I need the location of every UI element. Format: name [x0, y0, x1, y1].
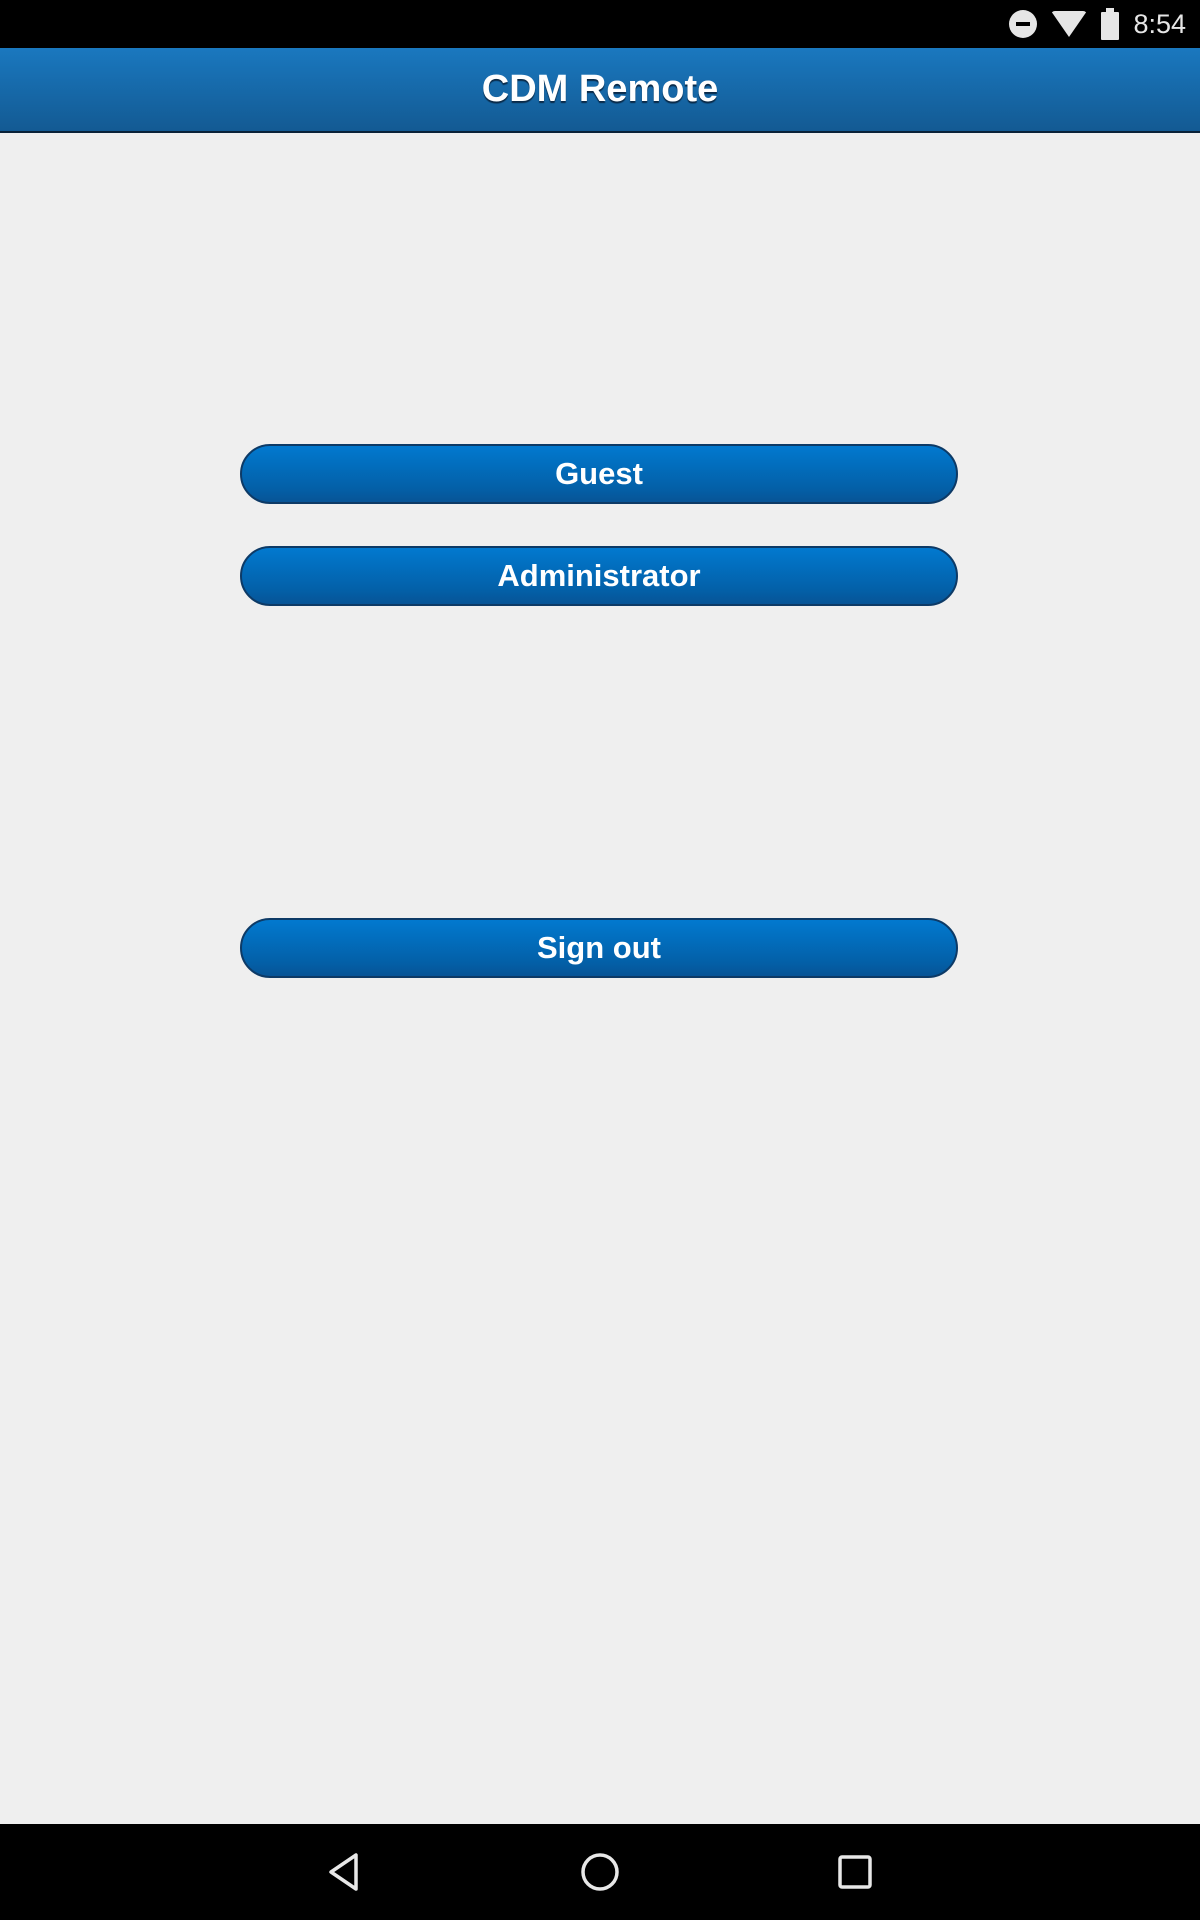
sign-out-button-label: Sign out [537, 930, 661, 965]
sign-out-button[interactable]: Sign out [240, 918, 958, 978]
administrator-button-label: Administrator [497, 558, 701, 593]
recents-button[interactable] [831, 1848, 879, 1896]
back-button[interactable] [320, 1848, 368, 1896]
administrator-button[interactable]: Administrator [240, 546, 958, 606]
home-icon [581, 1853, 619, 1891]
guest-button-label: Guest [555, 456, 643, 491]
do-not-disturb-icon [1009, 10, 1038, 38]
navigation-bar [0, 1824, 1200, 1920]
app-title: CDM Remote [481, 68, 719, 110]
clock: 8:54 [1133, 8, 1186, 39]
battery-icon [1101, 7, 1120, 40]
status-bar: 8:54 [0, 0, 1200, 48]
home-button[interactable] [576, 1848, 624, 1896]
guest-button[interactable]: Guest [240, 444, 958, 504]
back-icon [329, 1853, 358, 1891]
status-icons: 8:54 [1009, 0, 1186, 48]
recents-icon [838, 1855, 872, 1889]
wifi-icon [1051, 11, 1088, 37]
app-header: CDM Remote [0, 48, 1200, 133]
